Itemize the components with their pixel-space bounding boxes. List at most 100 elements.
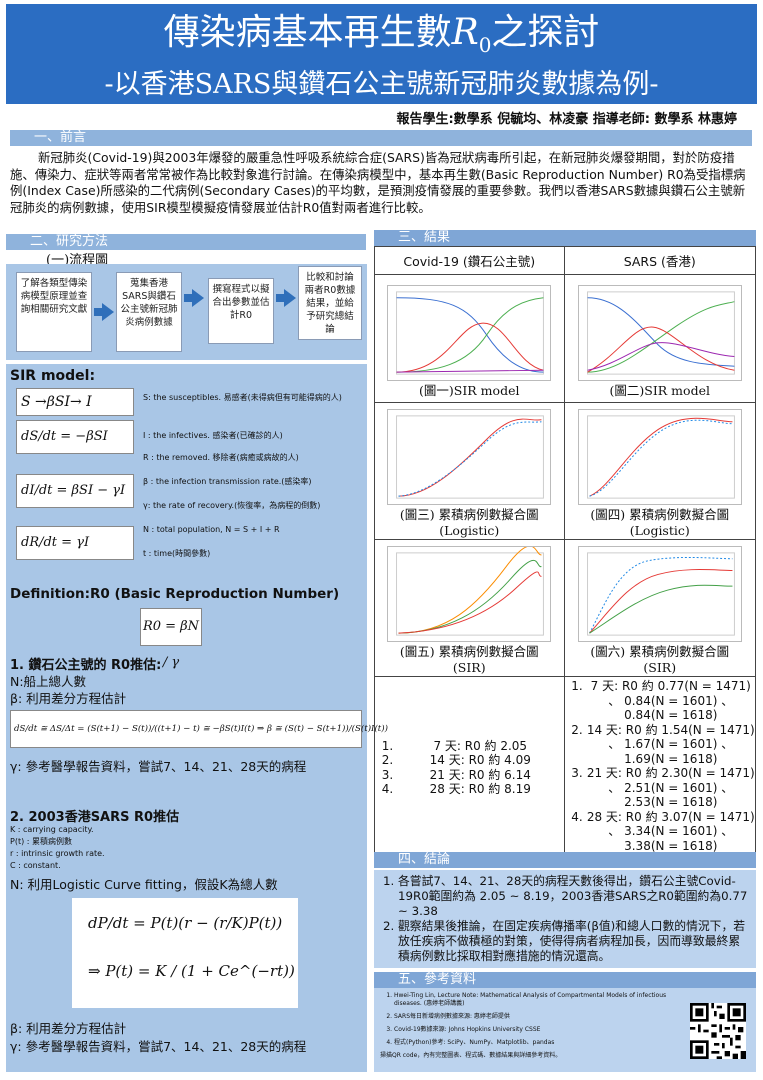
section-bar-references: 五、參考資料 [374,972,756,988]
part2-def-r: r : intrinsic growth rate. [10,849,105,858]
def-r: R : the removed. 移除者(病癒或病故的人) [143,453,299,462]
figure-3-caption-sub: (Logistic) [439,523,500,538]
def-beta: β : the infection transmission rate.(感染率… [143,477,312,486]
flow-arrow-2 [192,289,204,307]
results-table: Covid-19 (鑽石公主號) SARS (香港) (圖一)SIR model… [374,246,757,859]
logistic-equation-2: ⇒ P(t) = K / (1 + Ce^(−rt)) [88,962,295,980]
def-n: N : total population, N = S + I + R [143,525,280,534]
figure-1-caption: (圖一)SIR model [419,382,520,398]
flow-step-1: 了解各類型傳染病模型原理並查詢相關研究文獻 [16,272,92,352]
flow-step-2: 蒐集香港SARS與鑽石公主號新冠肺炎病例數據 [116,272,182,352]
figure-2-caption: (圖二)SIR model [609,382,710,398]
part2-n: N: 利用Logistic Curve fitting，假設K為總人數 [10,877,278,892]
section-bar-conclusion: 四、結論 [374,852,756,868]
part2-beta: β: 利用差分方程估計 [10,1021,127,1036]
title-text-b: 之探討 [491,12,600,53]
section-title-intro: 一、前言 [34,130,87,145]
figure-6-caption-sub: (SIR) [643,660,677,675]
figure-1-sir-plot [387,284,552,381]
covid-r0-results: 7 天: R0 約 2.05 14 天: R0 約 4.09 21 天: R0 … [374,676,565,859]
section-title-conclusion: 四、結論 [398,852,451,867]
part1-gamma: γ: 參考醫學報告資料，嘗試7、14、21、28天的病程 [10,759,307,774]
poster-subtitle: -以香港SARS與鑽石公主號新冠肺炎數據為例- [104,69,659,101]
logistic-equation-1: dP/dt = P(t)(r − (r/K)P(t)) [88,914,283,932]
flow-arrow-stem-3 [276,294,284,302]
poster-header: 傳染病基本再生數R0之探討 -以香港SARS與鑽石公主號新冠肺炎數據為例- [6,4,757,104]
flow-arrow-3 [284,289,296,307]
figure-2-sir-plot [577,284,742,381]
sars-r0-28day: 28 天: R0 約 3.07(N = 1471) 、 3.34(N = 160… [587,810,755,854]
figure-5-cell: (圖五) 累積病例數擬合圖 (SIR) [374,539,565,677]
figure-1-cell: (圖一)SIR model [374,274,565,403]
conclusion-item-2: 觀察結果後推論，在固定疾病傳播率(β值)和總人口數的情況下，若放任疾病不做積極的… [398,919,750,964]
flow-arrow-stem-2 [184,294,192,302]
flow-step-4: 比較和討論兩者R0數據結果，並給予研究總結論 [298,266,362,340]
section-title-results: 三、結果 [398,230,451,245]
equation-di-dt: dI/dt = βSI − γI [16,474,134,508]
covid-r0-21day: 21 天: R0 約 6.14 [397,768,564,783]
equation-ds-dt: dS/dt = −βSI [16,420,134,454]
figure-6-sir-fit-plot [577,546,742,642]
title-text-a: 傳染病基本再生數 [163,12,452,53]
qr-code-icon[interactable] [690,1003,746,1059]
conclusion-panel: 各嘗試7、14、21、28天的病程天數後得出，鑽石公主號Covid-19R0範圍… [374,870,756,968]
figure-3-cell: (圖三) 累積病例數擬合圖 (Logistic) [374,402,565,540]
sars-r0-21day: 21 天: R0 約 2.30(N = 1471) 、 2.51(N = 160… [587,766,755,810]
flow-arrow-stem-1 [94,308,102,316]
figure-5-caption: (圖五) 累積病例數擬合圖 [399,644,539,659]
author-byline: 報告學生:數學系 倪毓均、林凌豪 指導老師: 數學系 林惠婷 [396,112,737,127]
method-panel: SIR model: S →βSI→ I →γI→ R dS/dt = −βSI… [6,364,388,1072]
section-bar-intro: 一、前言 [10,130,752,146]
reference-4: 程式(Python)參考: SciPy、NumPy、Matplotlib、pan… [394,1039,680,1047]
figure-4-logistic-plot [577,409,742,505]
results-col2-header: SARS (香港) [563,246,757,275]
figure-6-caption: (圖六) 累積病例數擬合圖 [590,644,730,659]
equation-dr-dt: dR/dt = γI [16,526,134,560]
figure-5-caption-sub: (SIR) [452,660,486,675]
sir-model-title: SIR model: [10,368,96,384]
flow-chart-panel: 了解各類型傳染病模型原理並查詢相關研究文獻 蒐集香港SARS與鑽石公主號新冠肺炎… [6,264,367,360]
part2-title: 2. 2003香港SARS R0推估 [10,810,180,825]
section-title-method: 二、研究方法 [30,234,109,249]
section-bar-method: 二、研究方法 [6,234,366,250]
part2-def-c: C : constant. [10,861,61,870]
part1-beta: β: 利用差分方程估計 [10,691,127,706]
reference-3: Covid-19數據來源: Johns Hopkins University C… [394,1026,680,1034]
figure-5-sir-fit-plot [387,546,552,642]
sars-r0-7day: 7 天: R0 約 0.77(N = 1471) 、 0.84(N = 1601… [587,679,755,723]
covid-r0-7day: 7 天: R0 約 2.05 [397,739,564,754]
covid-r0-28day: 28 天: R0 約 8.19 [397,782,564,797]
section-bar-results: 三、結果 [374,230,756,246]
def-s: S: the susceptibles. 易感者(未得病但有可能得病的人) [143,393,342,402]
conclusion-item-1: 各嘗試7、14、21、28天的病程天數後得出，鑽石公主號Covid-19R0範圍… [398,874,750,919]
title-r-symbol: R [451,12,479,53]
figure-4-caption: (圖四) 累積病例數擬合圖 [590,507,730,522]
section-title-references: 五、參考資料 [398,972,477,987]
figure-4-cell: (圖四) 累積病例數擬合圖 (Logistic) [563,402,757,540]
flow-step-3: 撰寫程式以擬合出參數並估計R0 [208,278,274,344]
definition-r0-title: Definition:R0 (Basic Reproduction Number… [10,586,340,602]
logistic-equation-box: dP/dt = P(t)(r − (r/K)P(t)) ⇒ P(t) = K /… [72,898,298,1008]
title-r-subscript: 0 [478,33,492,58]
covid-r0-14day: 14 天: R0 約 4.09 [397,753,564,768]
part2-gamma: γ: 參考醫學報告資料，嘗試7、14、21、28天的病程 [10,1039,307,1054]
part2-def-p: P(t) : 累積病例數 [10,837,72,846]
sir-scheme: S →βSI→ I →γI→ R [16,388,134,436]
intro-text: 新冠肺炎(Covid-19)與2003年爆發的嚴重急性呼吸系統綜合症(SARS)… [10,150,746,215]
definition-r0-equation: R0 = βN / γ [140,608,202,670]
reference-1: Hwei-Ting Lin, Lecture Note: Mathematica… [394,992,680,1008]
def-gamma: γ: the rate of recovery.(恢復率，為病程的倒數) [143,501,321,510]
poster-title: 傳染病基本再生數R0之探討 [6,4,757,68]
def-i: I : the infectives. 感染者(已確診的人) [143,431,283,440]
figure-2-cell: (圖二)SIR model [563,274,757,403]
part2-def-k: K : carrying capacity. [10,825,94,834]
def-t: t : time(時間參數) [143,549,211,558]
intro-paragraph: 新冠肺炎(Covid-19)與2003年爆發的嚴重急性呼吸系統綜合症(SARS)… [10,150,752,216]
results-col1-header: Covid-19 (鑽石公主號) [374,246,565,275]
figure-3-caption: (圖三) 累積病例數擬合圖 [399,507,539,522]
reference-2: SARS每日新增病例數據來源: 惠婷老師提供 [394,1013,680,1021]
figure-3-logistic-plot [387,409,552,505]
part1-difference-equation: dS/dt ≅ ΔS/Δt = (S(t+1) − S(t))/((t+1) −… [10,710,388,748]
sars-r0-results: 7 天: R0 約 0.77(N = 1471) 、 0.84(N = 1601… [563,676,757,859]
figure-6-cell: (圖六) 累積病例數擬合圖 (SIR) [563,539,757,677]
